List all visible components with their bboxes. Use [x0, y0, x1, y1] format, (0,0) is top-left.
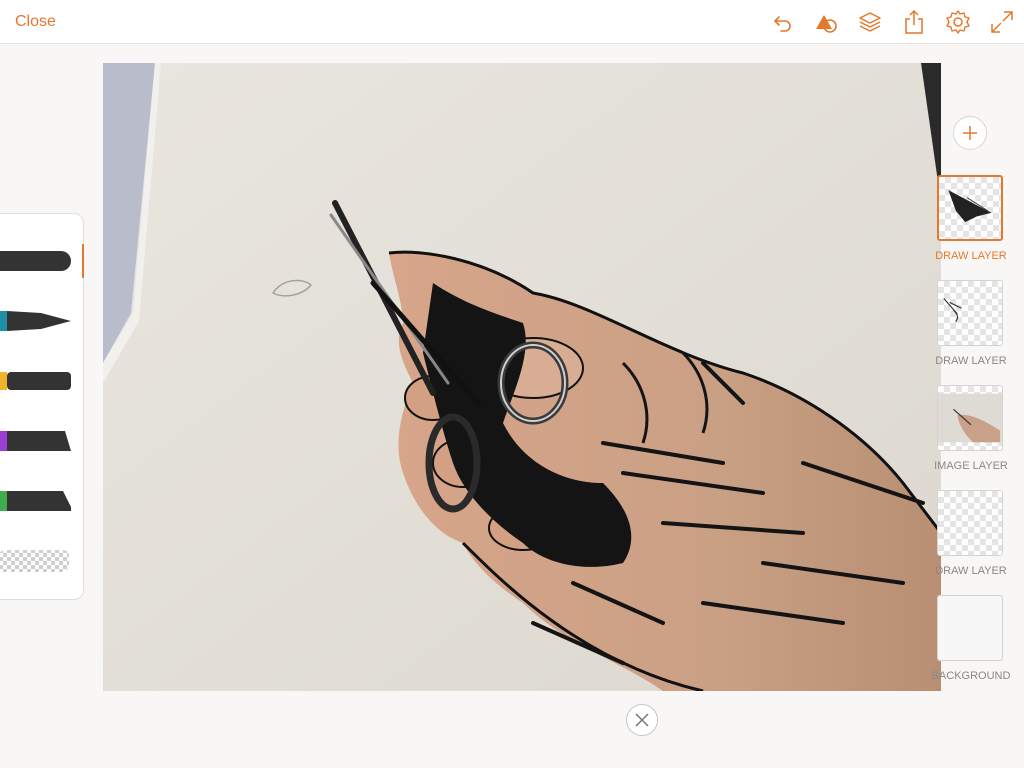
layer-thumbnail-4[interactable] — [937, 490, 1003, 556]
layer-label-2: DRAW LAYER — [935, 355, 1007, 367]
layer-label-1: DRAW LAYER — [935, 250, 1007, 262]
undo-icon[interactable] — [770, 9, 796, 35]
layer-label-3: IMAGE LAYER — [934, 460, 1008, 472]
flat-brush[interactable] — [0, 481, 75, 521]
layers-icon[interactable] — [857, 9, 883, 35]
cancel-button[interactable] — [626, 704, 658, 736]
canvas-artwork — [103, 63, 941, 691]
pen-brush[interactable] — [0, 301, 75, 341]
settings-icon[interactable] — [945, 9, 971, 35]
layer-thumbnail-3[interactable] — [937, 385, 1003, 451]
close-icon — [635, 713, 649, 727]
top-toolbar: Close — [0, 0, 1024, 44]
shapes-icon[interactable] — [813, 9, 839, 35]
fullscreen-icon[interactable] — [989, 9, 1015, 35]
round-brush[interactable] — [0, 241, 75, 281]
layer-label-background: BACKGROUND — [931, 670, 1011, 682]
chisel-brush[interactable] — [0, 421, 75, 461]
marker-brush[interactable] — [0, 361, 75, 401]
brush-panel — [0, 213, 84, 600]
eraser-brush[interactable] — [0, 541, 75, 581]
layer-thumbnail-1[interactable] — [937, 175, 1003, 241]
selected-brush-indicator — [82, 244, 84, 278]
drawing-canvas[interactable] — [103, 63, 941, 691]
plus-icon — [963, 126, 977, 140]
add-layer-button[interactable] — [953, 116, 987, 150]
layer-thumbnail-2[interactable] — [937, 280, 1003, 346]
layer-label-4: DRAW LAYER — [935, 565, 1007, 577]
share-icon[interactable] — [901, 9, 927, 35]
close-button[interactable]: Close — [15, 13, 56, 31]
layer-thumbnail-background[interactable] — [937, 595, 1003, 661]
